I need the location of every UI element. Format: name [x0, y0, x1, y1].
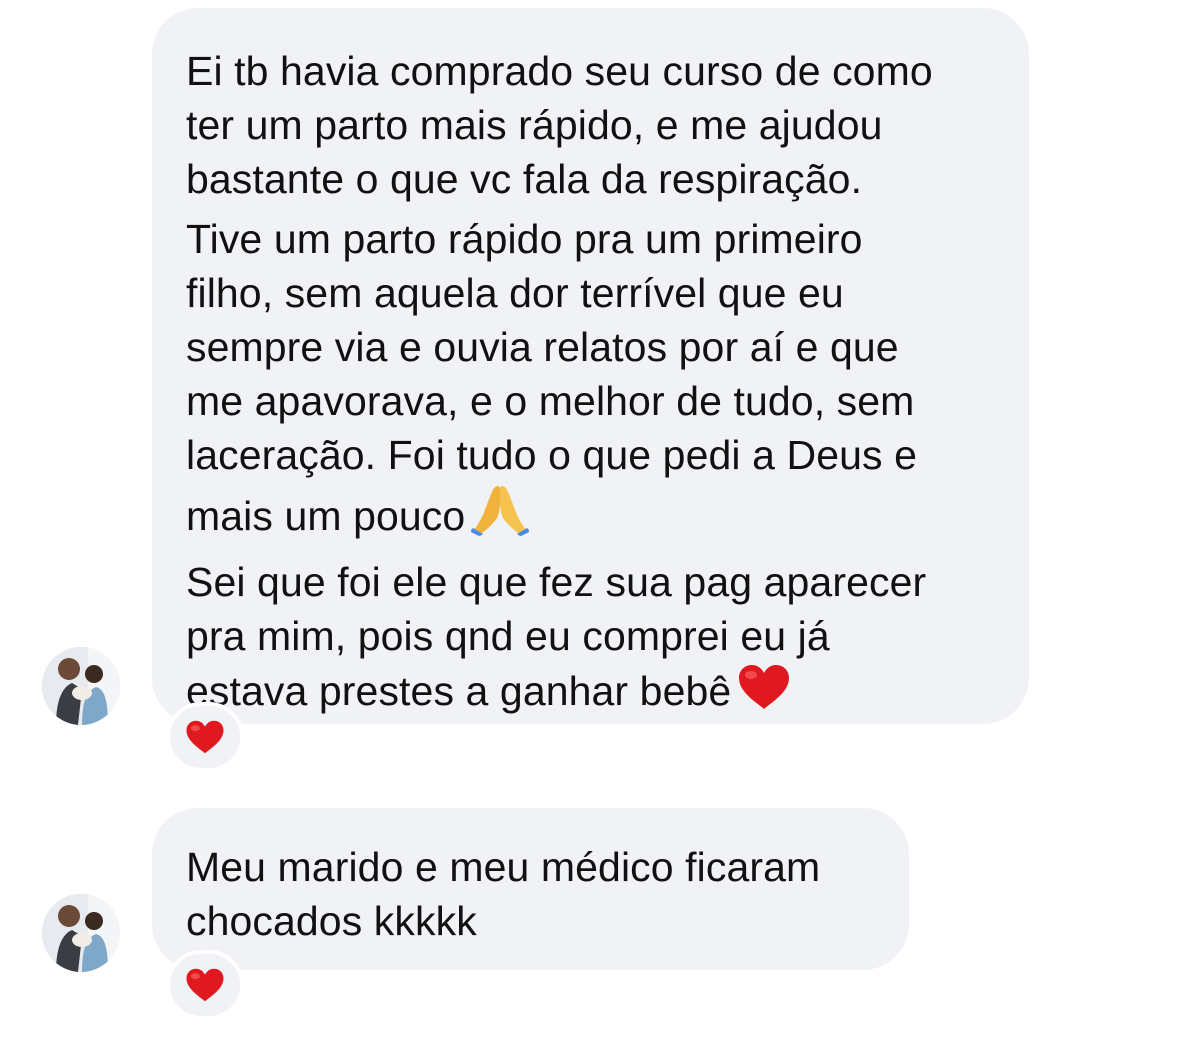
red-heart-icon: [186, 720, 224, 754]
message-bubble[interactable]: Ei tb havia comprado seu curso de como t…: [152, 8, 1029, 724]
message-text: Sei que foi ele que fez sua pag aparecer…: [186, 555, 989, 724]
avatar[interactable]: [42, 894, 120, 972]
red-heart-icon: [186, 968, 224, 1002]
message-bubble[interactable]: Meu marido e meu médico ficaram chocados…: [152, 808, 909, 970]
message-text: Meu marido e meu médico ficaram chocados…: [186, 844, 821, 944]
reaction-badge[interactable]: [166, 950, 244, 1020]
red-heart-icon: [737, 663, 791, 724]
praying-hands-icon: [470, 482, 531, 549]
message-text-segment: Sei que foi ele que fez sua pag aparecer…: [186, 559, 927, 714]
message-text: Ei tb havia comprado seu curso de como t…: [186, 48, 933, 202]
message-text: Tive um parto rápido pra um primeiro fil…: [186, 212, 989, 549]
reaction-badge[interactable]: [166, 702, 244, 772]
avatar[interactable]: [42, 647, 120, 725]
message-text-segment: Tive um parto rápido pra um primeiro fil…: [186, 216, 917, 539]
